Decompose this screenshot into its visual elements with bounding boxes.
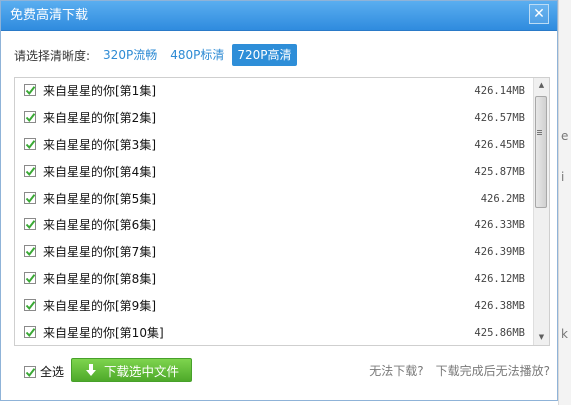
- checkmark-icon: [25, 274, 36, 284]
- checkmark-icon: [25, 367, 36, 377]
- checkmark-icon: [25, 220, 36, 230]
- episode-name: 来自星星的你[第7集]: [43, 245, 156, 260]
- scroll-thumb[interactable]: [535, 96, 547, 208]
- checkmark-icon: [25, 328, 36, 338]
- episode-checkbox[interactable]: [24, 272, 36, 285]
- episode-row[interactable]: 来自星星的你[第7集] 426.39MB: [15, 239, 533, 266]
- episode-checkbox[interactable]: [24, 164, 36, 177]
- episode-checkbox[interactable]: [24, 245, 36, 258]
- episode-size: 426.12MB: [474, 273, 525, 286]
- episode-checkbox[interactable]: [24, 191, 36, 204]
- quality-option-1[interactable]: 320P流畅: [98, 44, 162, 66]
- dialog-footer: 全选 下载选中文件 无法下载? 下载完成后无法播放?: [14, 357, 550, 383]
- episode-size: 425.86MB: [474, 327, 525, 340]
- background-window: e i k: [558, 0, 571, 405]
- episode-size: 425.87MB: [474, 165, 525, 178]
- quality-label: 请选择清晰度:: [14, 48, 91, 63]
- quality-option-2[interactable]: 480P标清: [165, 44, 229, 66]
- episode-row[interactable]: 来自星星的你[第4集] 425.87MB: [15, 159, 533, 186]
- background-text-fragment: i: [561, 170, 565, 184]
- episode-row[interactable]: 来自星星的你[第5集] 426.2MB: [15, 186, 533, 213]
- quality-option-3[interactable]: 720P高清: [232, 44, 297, 66]
- checkmark-icon: [25, 247, 36, 257]
- scroll-down-icon[interactable]: ▼: [534, 330, 549, 345]
- help-link-1[interactable]: 无法下载?: [369, 362, 423, 379]
- background-text-fragment: k: [561, 327, 568, 341]
- episode-list[interactable]: 来自星星的你[第1集] 426.14MB 来自星星的你[第2集] 426.57MB 来自…: [14, 77, 550, 346]
- episode-checkbox[interactable]: [24, 218, 36, 231]
- episode-checkbox[interactable]: [24, 84, 36, 96]
- episode-row[interactable]: 来自星星的你[第6集] 426.33MB: [15, 212, 533, 239]
- select-all-label: 全选: [40, 365, 65, 379]
- scrollbar[interactable]: ▲ ▼: [533, 78, 549, 345]
- episode-name: 来自星星的你[第2集]: [43, 110, 156, 125]
- episode-name: 来自星星的你[第10集]: [43, 326, 164, 341]
- episode-size: 426.2MB: [480, 192, 525, 205]
- download-button-label: 下载选中文件: [104, 363, 180, 379]
- episode-name: 来自星星的你[第1集]: [43, 84, 156, 98]
- episode-name: 来自星星的你[第9集]: [43, 299, 156, 314]
- episode-name: 来自星星的你[第8集]: [43, 272, 156, 287]
- checkmark-icon: [25, 113, 36, 122]
- episode-name: 来自星星的你[第3集]: [43, 137, 156, 152]
- checkmark-icon: [25, 301, 36, 311]
- episode-size: 426.39MB: [474, 246, 525, 259]
- download-arrow-icon: [86, 364, 96, 376]
- checkmark-icon: [25, 166, 36, 176]
- scroll-up-icon[interactable]: ▲: [534, 78, 549, 93]
- close-icon[interactable]: ✕: [529, 4, 549, 24]
- checkmark-icon: [25, 139, 36, 149]
- episode-row[interactable]: 来自星星的你[第3集] 426.45MB: [15, 132, 533, 159]
- quality-selector: 请选择清晰度: 320P流畅 480P标清 720P高清: [14, 44, 300, 66]
- episode-size: 426.45MB: [474, 138, 525, 151]
- title-bar[interactable]: 免费高清下载 ✕: [1, 1, 557, 31]
- episode-size: 426.38MB: [474, 300, 525, 313]
- episode-size: 426.57MB: [474, 111, 525, 124]
- episode-checkbox[interactable]: [24, 110, 36, 123]
- episode-row[interactable]: 来自星星的你[第2集] 426.57MB: [15, 105, 533, 132]
- episode-row[interactable]: 来自星星的你[第1集] 426.14MB: [15, 78, 533, 105]
- background-text-fragment: e: [561, 129, 569, 143]
- episode-row[interactable]: 来自星星的你[第8集] 426.12MB: [15, 266, 533, 293]
- download-selected-button[interactable]: 下载选中文件: [71, 358, 192, 382]
- episode-checkbox[interactable]: [24, 299, 36, 312]
- episode-row[interactable]: 来自星星的你[第9集] 426.38MB: [15, 293, 533, 320]
- episode-name: 来自星星的你[第5集]: [43, 191, 156, 206]
- episode-row[interactable]: 来自星星的你[第10集] 425.86MB: [15, 320, 533, 345]
- checkmark-icon: [25, 193, 36, 203]
- help-link-2[interactable]: 下载完成后无法播放?: [436, 362, 550, 379]
- select-all-checkbox[interactable]: 全选: [24, 363, 64, 380]
- episode-name: 来自星星的你[第6集]: [43, 218, 156, 233]
- episode-rows: 来自星星的你[第1集] 426.14MB 来自星星的你[第2集] 426.57MB 来自…: [15, 78, 533, 345]
- episode-size: 426.33MB: [474, 219, 525, 232]
- checkbox-box[interactable]: [24, 365, 36, 378]
- episode-name: 来自星星的你[第4集]: [43, 164, 156, 179]
- scroll-grip-icon: [537, 130, 542, 136]
- episode-size: 426.14MB: [474, 85, 525, 97]
- dialog-title: 免费高清下载: [10, 8, 89, 23]
- help-links: 无法下载? 下载完成后无法播放?: [357, 362, 550, 379]
- episode-checkbox[interactable]: [24, 326, 36, 339]
- download-dialog: 免费高清下载 ✕ 请选择清晰度: 320P流畅 480P标清 720P高清 来自星星…: [0, 0, 558, 401]
- episode-checkbox[interactable]: [24, 137, 36, 150]
- checkmark-icon: [25, 86, 36, 96]
